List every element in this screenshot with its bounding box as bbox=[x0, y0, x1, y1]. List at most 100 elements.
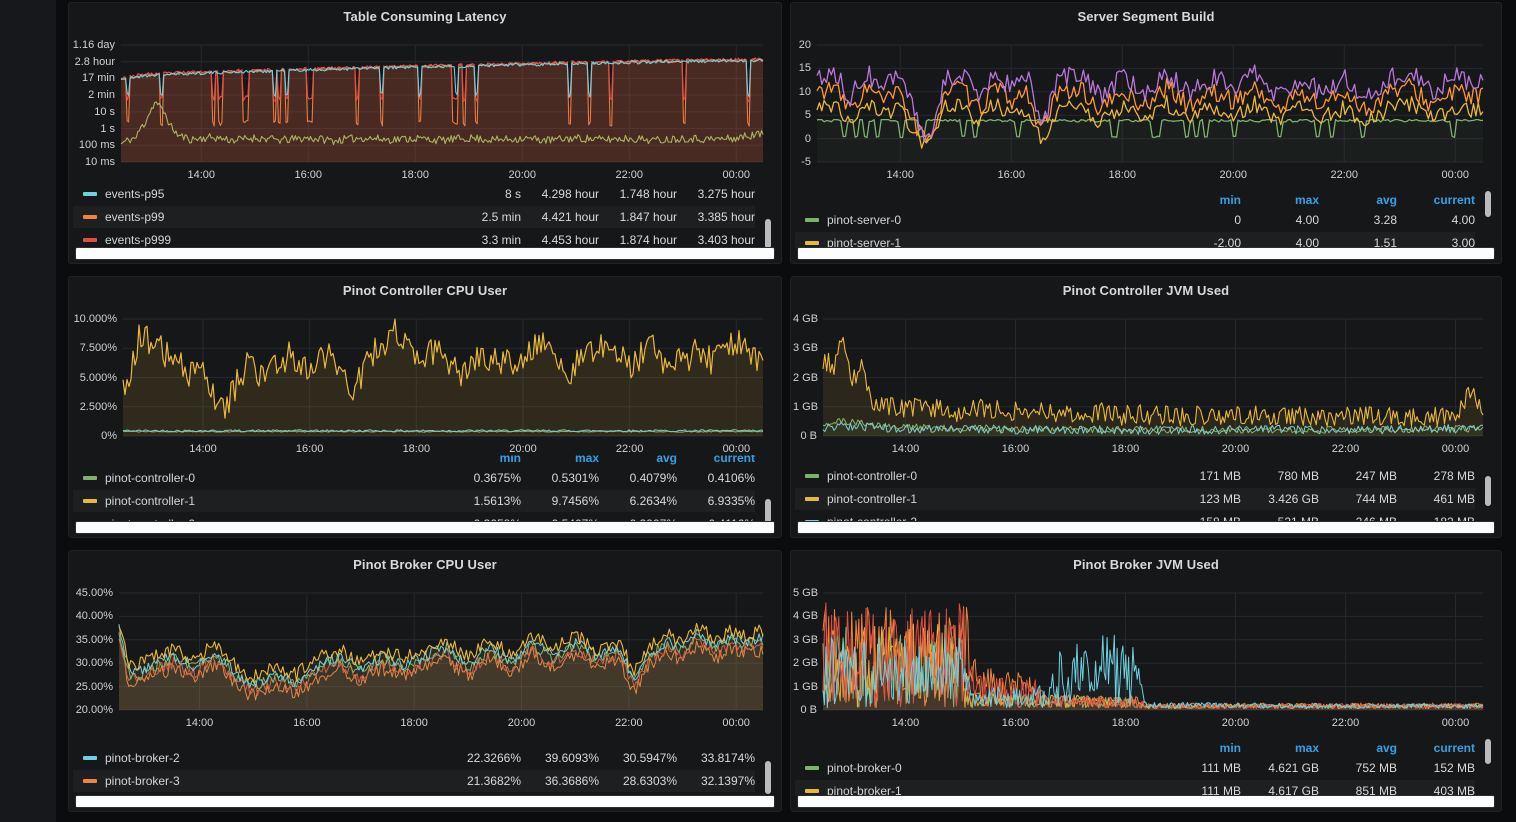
legend-series-label[interactable]: events-p95 bbox=[105, 187, 443, 201]
legend-series-label[interactable]: pinot-controller-1 bbox=[105, 494, 443, 508]
legend-value: 4.621 GB bbox=[1241, 761, 1319, 775]
legend-value: 247 MB bbox=[1319, 469, 1397, 483]
legend-value: 152 MB bbox=[1397, 761, 1475, 775]
series-fill-pinot-controller-1 bbox=[823, 338, 1483, 437]
legend-series-label[interactable]: pinot-controller-0 bbox=[105, 471, 443, 485]
legend-scrollbar-thumb[interactable] bbox=[765, 761, 771, 794]
x-axis-tick-label: 20:00 bbox=[508, 717, 536, 729]
legend-value: 3.385 hour bbox=[677, 210, 755, 224]
legend-series-label[interactable]: pinot-server-0 bbox=[827, 213, 1163, 227]
legend-header-max[interactable]: max bbox=[521, 455, 599, 465]
x-axis-tick-label: 22:00 bbox=[1330, 169, 1358, 181]
grafana-dashboard: { "page": { "background": "#0b0c0e", "le… bbox=[0, 0, 1516, 822]
x-axis-tick-label: 00:00 bbox=[1442, 717, 1470, 729]
x-axis-tick-label: 18:00 bbox=[403, 443, 431, 455]
horizontal-scrollbar[interactable] bbox=[75, 795, 775, 808]
legend-value: 171 MB bbox=[1163, 469, 1241, 483]
legend-value: 36.3686% bbox=[521, 774, 599, 788]
legend-header-min[interactable]: min bbox=[1163, 741, 1241, 755]
legend-series-label[interactable]: pinot-broker-3 bbox=[105, 774, 443, 788]
legend-scrollbar-thumb[interactable] bbox=[765, 219, 771, 249]
legend-header-min[interactable]: min bbox=[443, 455, 521, 465]
horizontal-scrollbar[interactable] bbox=[75, 521, 775, 534]
legend-row: pinot-broker-0111 MB4.621 GB752 MB152 MB bbox=[795, 757, 1475, 779]
panel-pinot-controller-jvm-used: Pinot Controller JVM Used4 GB3 GB2 GB1 G… bbox=[790, 276, 1502, 538]
horizontal-scrollbar[interactable] bbox=[797, 247, 1495, 260]
legend-value: 3.28 bbox=[1319, 213, 1397, 227]
legend-value: 1.847 hour bbox=[599, 210, 677, 224]
legend-series-label[interactable]: pinot-controller-1 bbox=[827, 492, 1163, 506]
horizontal-scrollbar[interactable] bbox=[797, 521, 1495, 534]
x-axis-tick-label: 16:00 bbox=[293, 717, 321, 729]
y-axis-tick-label: 40.00% bbox=[71, 610, 113, 622]
x-axis-tick-label: 00:00 bbox=[1441, 169, 1469, 181]
y-axis-tick-label: 7.500% bbox=[71, 342, 117, 354]
legend-series-label[interactable]: events-p999 bbox=[105, 233, 443, 247]
legend-row: pinot-broker-321.3682%36.3686%28.6303%32… bbox=[73, 770, 755, 792]
horizontal-scrollbar[interactable] bbox=[797, 795, 1495, 808]
legend-value: 4.00 bbox=[1397, 213, 1475, 227]
legend-series-color-icon bbox=[83, 215, 97, 219]
y-axis-tick-label: 2.500% bbox=[71, 401, 117, 413]
legend-scrollbar-thumb[interactable] bbox=[1485, 739, 1491, 764]
legend-row: pinot-broker-222.3266%39.6093%30.5947%33… bbox=[73, 747, 755, 769]
legend-header-min[interactable]: min bbox=[1163, 193, 1241, 207]
legend-header-avg[interactable]: avg bbox=[1319, 193, 1397, 207]
legend-value: 21.3682% bbox=[443, 774, 521, 788]
y-axis-tick-label: 15 bbox=[793, 62, 811, 74]
legend-value: 461 MB bbox=[1397, 492, 1475, 506]
legend-series-label[interactable]: pinot-broker-2 bbox=[105, 751, 443, 765]
legend-header-current[interactable]: current bbox=[1397, 741, 1475, 755]
legend-scrollbar-thumb[interactable] bbox=[765, 499, 771, 523]
legend-series-color-icon bbox=[83, 192, 97, 196]
y-axis-tick-label: 0 B bbox=[793, 704, 817, 716]
legend-header-max[interactable]: max bbox=[1241, 193, 1319, 207]
x-axis-tick-label: 00:00 bbox=[1442, 443, 1470, 455]
legend-row: pinot-broker-1111 MB4.617 GB851 MB403 MB bbox=[795, 780, 1475, 796]
x-axis-tick-label: 16:00 bbox=[296, 443, 324, 455]
x-axis-tick-label: 22:00 bbox=[615, 169, 643, 181]
legend-value: 1.5613% bbox=[443, 494, 521, 508]
x-axis-tick-label: 14:00 bbox=[886, 169, 914, 181]
x-axis-tick-label: 00:00 bbox=[723, 443, 751, 455]
y-axis-tick-label: 4 GB bbox=[793, 610, 817, 622]
y-axis-tick-label: 25.00% bbox=[71, 681, 113, 693]
horizontal-scrollbar[interactable] bbox=[75, 247, 775, 260]
y-axis-tick-label: 10.000% bbox=[71, 313, 117, 325]
legend-value: 4.298 hour bbox=[521, 187, 599, 201]
x-axis-tick-label: 22:00 bbox=[616, 443, 644, 455]
x-axis-tick-label: 18:00 bbox=[1112, 443, 1140, 455]
panel-pinot-broker-jvm-used: Pinot Broker JVM Used5 GB4 GB3 GB2 GB1 G… bbox=[790, 550, 1502, 812]
y-axis-tick-label: 2 GB bbox=[793, 657, 817, 669]
y-axis-tick-label: 30.00% bbox=[71, 657, 113, 669]
legend-header-current[interactable]: current bbox=[677, 455, 755, 465]
y-axis-tick-label: 0 bbox=[793, 133, 811, 145]
x-axis-tick-label: 18:00 bbox=[401, 169, 429, 181]
legend-series-color-icon bbox=[805, 241, 819, 245]
legend-header-max[interactable]: max bbox=[1241, 741, 1319, 755]
legend-value: 744 MB bbox=[1319, 492, 1397, 506]
legend-series-label[interactable]: events-p99 bbox=[105, 210, 443, 224]
legend-series-label[interactable]: pinot-broker-0 bbox=[827, 761, 1163, 775]
y-axis-tick-label: 0 B bbox=[793, 430, 817, 442]
x-axis-tick-label: 22:00 bbox=[615, 717, 643, 729]
legend-series-label[interactable]: pinot-controller-0 bbox=[827, 469, 1163, 483]
x-axis-tick-label: 20:00 bbox=[1222, 717, 1250, 729]
legend-header-current[interactable]: current bbox=[1397, 193, 1475, 207]
legend-header-avg[interactable]: avg bbox=[599, 455, 677, 465]
legend-scrollbar-thumb[interactable] bbox=[1485, 191, 1491, 217]
legend-header-avg[interactable]: avg bbox=[1319, 741, 1397, 755]
legend-header-row: minmaxavgcurrent bbox=[795, 737, 1475, 759]
y-axis-tick-label: 1 GB bbox=[793, 401, 817, 413]
x-axis-tick-label: 00:00 bbox=[722, 169, 750, 181]
legend-value: 8 s bbox=[443, 187, 521, 201]
x-axis-tick-label: 22:00 bbox=[1332, 443, 1360, 455]
legend-scrollbar-thumb[interactable] bbox=[1485, 476, 1491, 506]
y-axis-tick-label: 20.00% bbox=[71, 704, 113, 716]
legend-value: 6.9335% bbox=[677, 494, 755, 508]
panel-server-segment-build: Server Segment Build20151050-514:0016:00… bbox=[790, 2, 1502, 264]
legend-value: 32.1397% bbox=[677, 774, 755, 788]
x-axis-tick-label: 18:00 bbox=[1108, 169, 1136, 181]
legend-row: events-p992.5 min4.421 hour1.847 hour3.3… bbox=[73, 206, 755, 228]
legend-value: 39.6093% bbox=[521, 751, 599, 765]
